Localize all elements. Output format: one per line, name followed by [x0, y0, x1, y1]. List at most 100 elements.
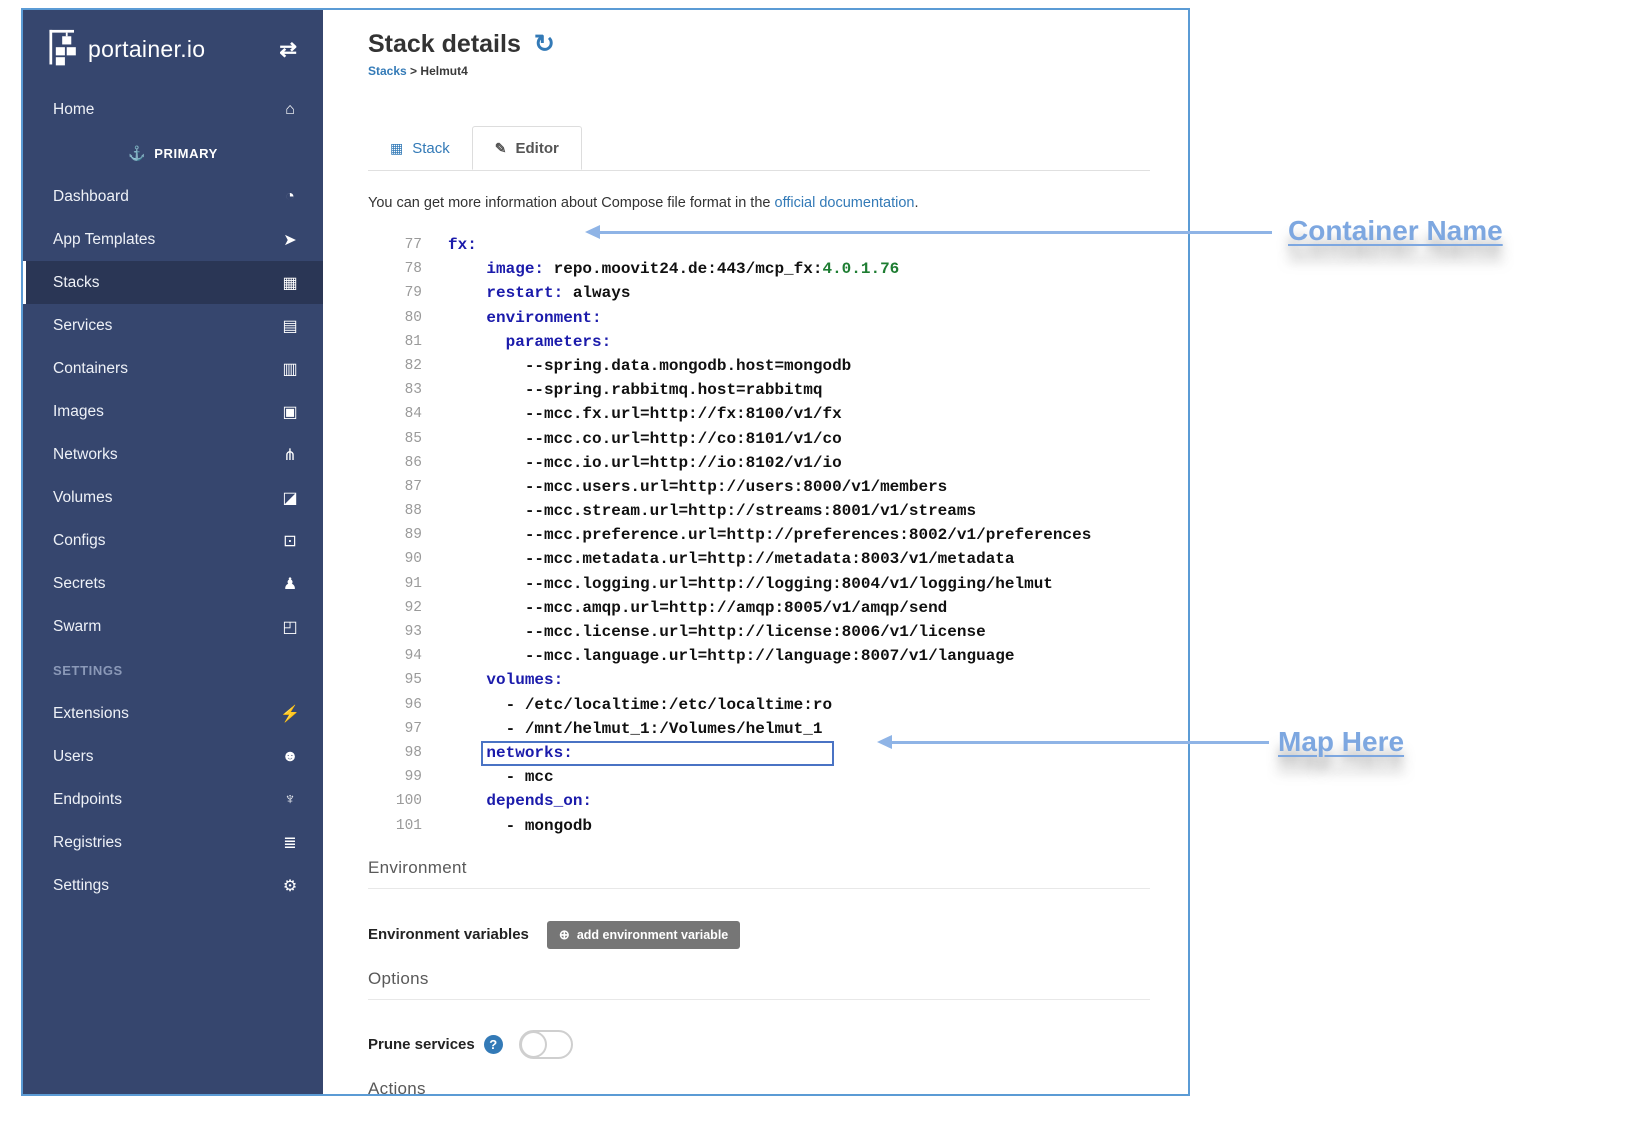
portainer-logo[interactable]: portainer.io	[47, 29, 205, 69]
line-number: 100	[368, 789, 422, 813]
breadcrumb-stacks-link[interactable]: Stacks	[368, 64, 407, 78]
sidebar-item-dashboard[interactable]: Dashboard ◔	[23, 175, 323, 218]
line-content: image: repo.moovit24.de:443/mcp_fx:4.0.1…	[422, 257, 899, 281]
sidebar-item-containers[interactable]: Containers▥	[23, 347, 323, 390]
map-here-arrow	[892, 741, 1269, 744]
add-environment-variable-label: add environment variable	[577, 928, 728, 942]
line-content: - mcc	[422, 765, 554, 789]
sidebar-item-label: Extensions	[53, 705, 129, 723]
portainer-window: portainer.io ⇄ Home⌂ ⚓ PRIMARY Dashboard ◔ Ap…	[21, 8, 1190, 1096]
code-line-89: 89 --mcc.preference.url=http://preferenc…	[368, 523, 1150, 547]
official-documentation-link[interactable]: official documentation	[775, 195, 915, 211]
sidebar-item-stacks[interactable]: Stacks▦	[23, 261, 323, 304]
line-content: - /mnt/helmut_1:/Volumes/helmut_1	[422, 717, 822, 741]
page-title: Stack details	[368, 30, 521, 59]
code-line-93: 93 --mcc.license.url=http://license:8006…	[368, 620, 1150, 644]
logo-text: portainer.io	[88, 36, 205, 63]
sidebar-item-label: Endpoints	[53, 791, 122, 809]
line-content: --mcc.fx.url=http://fx:8100/v1/fx	[422, 402, 842, 426]
info-text-after: .	[915, 195, 919, 211]
sidebar-item-label: Home	[53, 101, 94, 119]
endpoint-switch-icon[interactable]: ⇄	[279, 37, 297, 62]
line-content: fx:	[422, 233, 477, 257]
compose-editor[interactable]: 77fx:78 image: repo.moovit24.de:443/mcp_…	[368, 233, 1150, 838]
line-number: 93	[368, 620, 422, 644]
page-header: Stack details ↻ Stacks > Helmut4	[323, 10, 1188, 78]
line-content: --spring.data.mongodb.host=mongodb	[422, 354, 851, 378]
sidebar-item-extensions[interactable]: Extensions⚡	[23, 692, 323, 735]
sidebar-item-home[interactable]: Home⌂	[23, 88, 323, 131]
help-icon[interactable]: ?	[484, 1035, 503, 1054]
line-content: environment:	[422, 306, 602, 330]
line-number: 101	[368, 814, 422, 838]
endpoint-group-label: PRIMARY	[154, 146, 218, 161]
sidebar-item-label: Services	[53, 317, 112, 335]
code-line-82: 82 --spring.data.mongodb.host=mongodb	[368, 354, 1150, 378]
line-number: 77	[368, 233, 422, 257]
page: portainer.io ⇄ Home⌂ ⚓ PRIMARY Dashboard ◔ Ap…	[0, 0, 1636, 1144]
sidebar-item-images[interactable]: Images▣	[23, 390, 323, 433]
grid-list-icon: ▦	[277, 273, 303, 293]
sidebar-item-label: Volumes	[53, 489, 112, 507]
sidebar-header: portainer.io ⇄	[23, 10, 323, 88]
tachometer-icon: ◔	[277, 188, 303, 206]
line-content: parameters:	[422, 330, 611, 354]
prune-services-label: Prune services	[368, 1036, 475, 1053]
line-number: 84	[368, 402, 422, 426]
sidebar-item-endpoints[interactable]: Endpoints♆	[23, 778, 323, 821]
line-number: 83	[368, 378, 422, 402]
gears-icon: ⚙	[277, 876, 303, 896]
line-number: 80	[368, 306, 422, 330]
sidebar: portainer.io ⇄ Home⌂ ⚓ PRIMARY Dashboard ◔ Ap…	[23, 10, 323, 1094]
sidebar-item-users[interactable]: Users☻	[23, 735, 323, 778]
refresh-icon[interactable]: ↻	[534, 32, 555, 57]
sidebar-item-settings[interactable]: Settings⚙	[23, 864, 323, 907]
sidebar-item-label: Secrets	[53, 575, 106, 593]
breadcrumb: Stacks > Helmut4	[368, 64, 1150, 78]
code-line-84: 84 --mcc.fx.url=http://fx:8100/v1/fx	[368, 402, 1150, 426]
line-content: --mcc.io.url=http://io:8102/v1/io	[422, 451, 842, 475]
sidebar-item-networks[interactable]: Networks⋔	[23, 433, 323, 476]
anchor-icon: ⚓	[128, 145, 146, 162]
prune-services-toggle[interactable]	[519, 1030, 573, 1059]
sidebar-item-services[interactable]: Services▤	[23, 304, 323, 347]
annotation-container-name: Container Name	[1288, 215, 1503, 247]
arrow-left-icon	[877, 735, 892, 749]
tab-editor[interactable]: ✎ Editor	[472, 126, 582, 170]
tab-editor-label: Editor	[515, 140, 558, 157]
line-content: networks:	[422, 741, 834, 765]
sidebar-item-label: Configs	[53, 532, 106, 550]
options-heading: Options	[368, 969, 1150, 989]
server-icon: ▥	[277, 359, 303, 379]
line-content: --mcc.co.url=http://co:8101/v1/co	[422, 427, 842, 451]
plus-circle-icon: ⊕	[559, 927, 570, 943]
line-content: --mcc.metadata.url=http://metadata:8003/…	[422, 547, 1015, 571]
code-line-98: 98 networks:	[368, 741, 1150, 765]
code-line-90: 90 --mcc.metadata.url=http://metadata:80…	[368, 547, 1150, 571]
sidebar-menu: Home⌂ ⚓ PRIMARY Dashboard ◔ App Templates➤Sta…	[23, 88, 323, 907]
code-line-80: 80 environment:	[368, 306, 1150, 330]
rocket-icon: ➤	[277, 230, 303, 250]
sidebar-item-registries[interactable]: Registries≣	[23, 821, 323, 864]
line-content: - mongodb	[422, 814, 592, 838]
object-group-icon: ◰	[277, 617, 303, 637]
sidebar-item-volumes[interactable]: Volumes◪	[23, 476, 323, 519]
prune-services-row: Prune services ?	[368, 1030, 1150, 1059]
tab-stack[interactable]: ▦ Stack	[368, 126, 472, 170]
sidebar-item-configs[interactable]: Configs⊡	[23, 519, 323, 562]
line-content: restart: always	[422, 281, 630, 305]
sidebar-item-app-templates[interactable]: App Templates➤	[23, 218, 323, 261]
sidebar-item-swarm[interactable]: Swarm◰	[23, 605, 323, 648]
sidebar-item-label: Dashboard	[53, 188, 129, 206]
code-line-99: 99 - mcc	[368, 765, 1150, 789]
main-content: Stack details ↻ Stacks > Helmut4 ▦ Stack	[323, 10, 1188, 1094]
line-content: --mcc.users.url=http://users:8000/v1/mem…	[422, 475, 947, 499]
line-content: --mcc.amqp.url=http://amqp:8005/v1/amqp/…	[422, 596, 947, 620]
sidebar-item-secrets[interactable]: Secrets ♟	[23, 562, 323, 605]
add-environment-variable-button[interactable]: ⊕ add environment variable	[547, 921, 740, 949]
options-divider	[368, 999, 1150, 1000]
line-number: 82	[368, 354, 422, 378]
user-secret-icon: ♟	[277, 574, 303, 594]
clone-icon: ▣	[277, 402, 303, 422]
code-line-94: 94 --mcc.language.url=http://language:80…	[368, 644, 1150, 668]
